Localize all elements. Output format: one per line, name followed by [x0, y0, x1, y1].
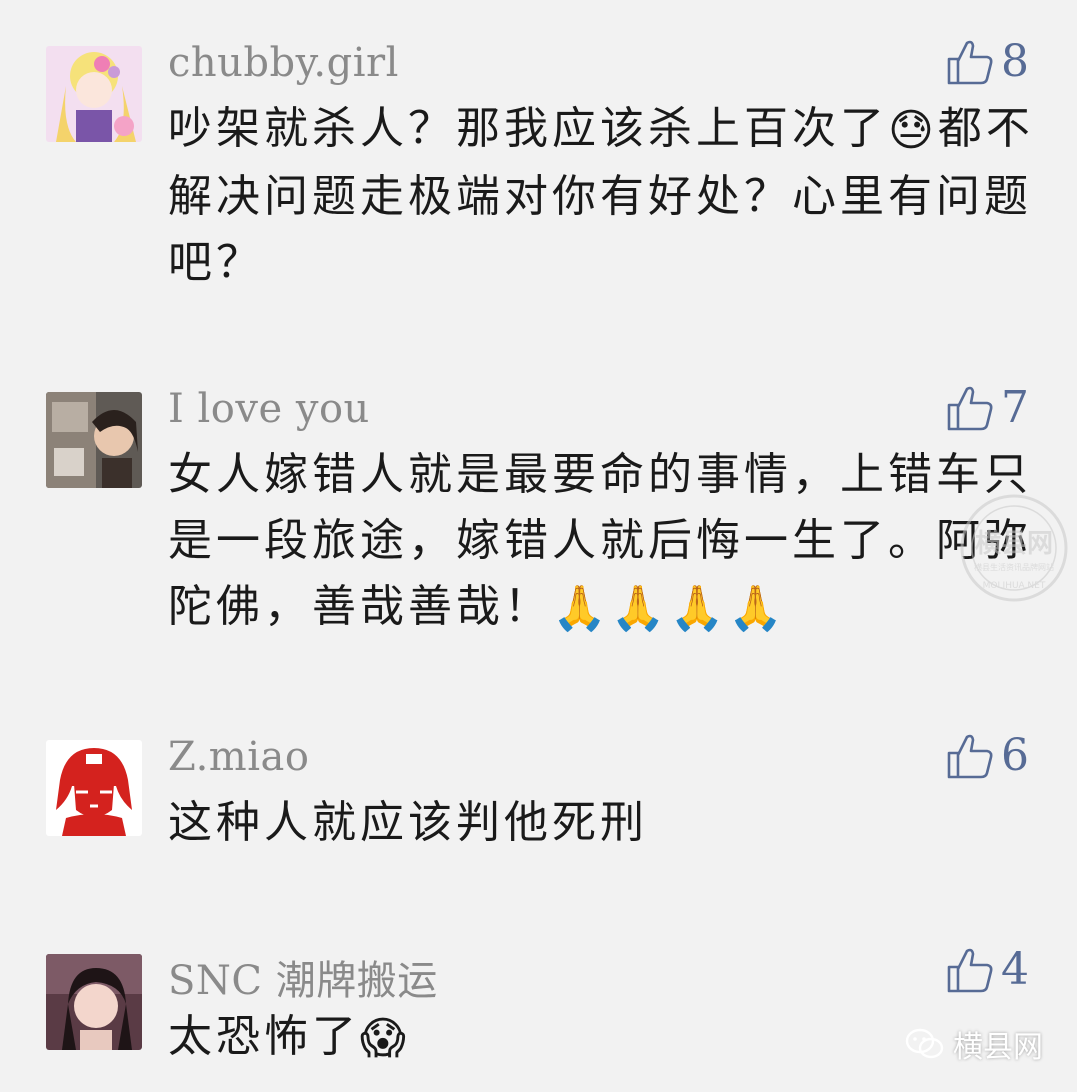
- thumbs-up-icon: [947, 948, 993, 993]
- avatar[interactable]: [46, 392, 142, 488]
- thumbs-up-icon: [947, 40, 993, 85]
- like-button[interactable]: 4: [945, 942, 1029, 998]
- comment-username[interactable]: Z.miao: [168, 734, 309, 780]
- avatar[interactable]: [46, 740, 142, 836]
- like-button[interactable]: 7: [945, 380, 1029, 436]
- thumbs-up-icon: [947, 386, 993, 431]
- comment-text: 这种人就应该判他死刑: [168, 797, 648, 848]
- comment-username[interactable]: SNC 潮牌搬运: [168, 948, 438, 1006]
- screaming-face-emoji: 😱: [360, 1013, 410, 1064]
- like-count: 7: [1001, 382, 1029, 433]
- brand-label: 横县网: [953, 1030, 1043, 1065]
- thumbs-up-icon: [947, 734, 993, 779]
- comment-username[interactable]: chubby.girl: [168, 40, 399, 86]
- wechat-icon: [905, 1028, 944, 1059]
- comment-text-part: 吵架就杀人？那我应该杀上百次了: [168, 103, 888, 154]
- like-button[interactable]: 8: [945, 34, 1029, 90]
- brand-mark: 横县网: [905, 1022, 1043, 1066]
- comment-username[interactable]: I love you: [168, 386, 370, 432]
- like-count: 6: [1001, 730, 1029, 781]
- sweat-face-emoji: 😓: [888, 105, 938, 156]
- comment-text-part: 太恐怖了: [168, 1011, 360, 1062]
- folded-hands-emoji: 🙏🙏🙏🙏: [552, 583, 788, 634]
- comment-text: 女人嫁错人就是最要命的事情，上错车只是一段旅途，嫁错人就后悔一生了。阿弥陀佛，善…: [168, 442, 1038, 642]
- avatar[interactable]: [46, 954, 142, 1050]
- like-count: 8: [1001, 36, 1029, 87]
- like-count: 4: [1001, 944, 1029, 995]
- comment-text: 吵架就杀人？那我应该杀上百次了😓都不解决问题走极端对你有好处？心里有问题吧？: [168, 96, 1038, 296]
- like-button[interactable]: 6: [945, 728, 1029, 784]
- avatar[interactable]: [46, 46, 142, 142]
